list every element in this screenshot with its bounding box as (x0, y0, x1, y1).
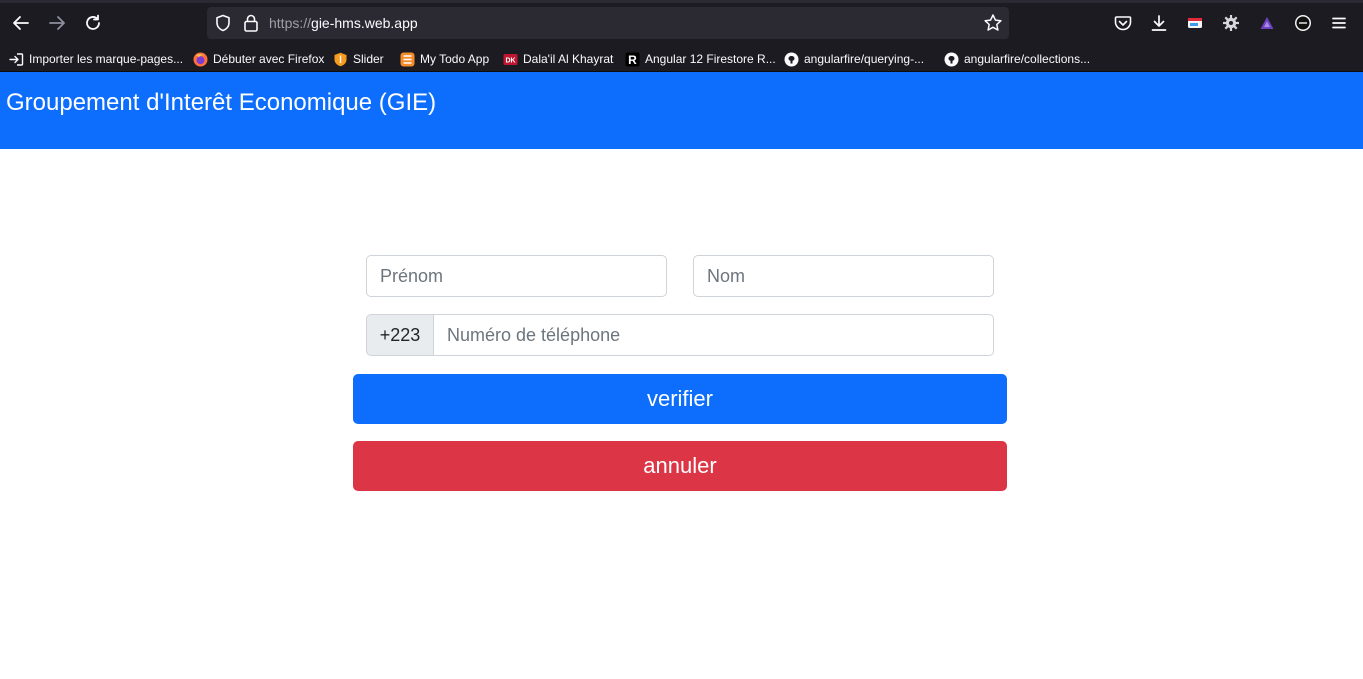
star-icon[interactable] (983, 13, 1003, 38)
bookmarks-bar: Importer les marque-pages... Débuter ave… (0, 45, 1363, 72)
extension-triangle-icon[interactable] (1256, 12, 1278, 34)
dk-icon: DK (503, 52, 518, 67)
prenom-field[interactable] (366, 255, 667, 297)
bookmark-angular-firestore[interactable]: R Angular 12 Firestore R... (625, 49, 776, 69)
arrow-left-icon (13, 16, 29, 30)
lock-icon[interactable] (243, 13, 259, 38)
forward-button[interactable] (46, 12, 68, 34)
reload-button[interactable] (82, 12, 104, 34)
url-host: gie-hms.web.app (311, 15, 418, 31)
bookmark-slider[interactable]: Slider (333, 49, 384, 69)
bookmark-label: My Todo App (420, 52, 490, 66)
nom-field[interactable] (693, 255, 994, 297)
phone-field[interactable] (433, 314, 994, 356)
bookmark-label: Slider (353, 52, 384, 66)
bookmark-todo[interactable]: My Todo App (400, 49, 489, 69)
bookmark-angularfire-querying[interactable]: angularfire/querying-... (784, 49, 924, 69)
shield-icon[interactable] (215, 14, 231, 37)
url-bar[interactable]: https://gie-hms.web.app (207, 7, 1009, 39)
bookmark-angularfire-collections[interactable]: angularfire/collections... (944, 49, 1090, 69)
bookmark-import[interactable]: Importer les marque-pages... (9, 49, 183, 69)
url-scheme: https:// (269, 15, 312, 31)
cancel-button[interactable]: annuler (353, 441, 1007, 491)
import-icon (9, 52, 24, 67)
todo-icon (400, 52, 415, 67)
svg-text:R: R (628, 53, 637, 67)
verify-button[interactable]: verifier (353, 374, 1007, 424)
page-title: Groupement d'Interêt Economique (GIE) (6, 89, 437, 116)
back-button[interactable] (10, 12, 32, 34)
download-icon[interactable] (1148, 12, 1170, 34)
github-icon (944, 52, 959, 67)
github-icon (784, 52, 799, 67)
app-header: Groupement d'Interêt Economique (GIE) (0, 72, 1363, 149)
bookmark-label: Dala'il Al Khayrat (523, 52, 614, 66)
r-icon: R (625, 52, 640, 67)
browser-toolbar: https://gie-hms.web.app (0, 0, 1363, 45)
bookmark-label: Débuter avec Firefox (213, 52, 325, 66)
phone-prefix: +223 (366, 314, 434, 356)
svg-text:DK: DK (505, 57, 515, 64)
bookmark-dalail[interactable]: DK Dala'il Al Khayrat (503, 49, 613, 69)
bookmark-label: Importer les marque-pages... (29, 52, 184, 66)
reload-icon (86, 14, 100, 30)
bookmark-label: angularfire/querying-... (804, 52, 925, 66)
shield-orange-icon (333, 52, 348, 67)
extension-screenshot-icon[interactable] (1184, 12, 1206, 34)
bookmark-label: angularfire/collections... (964, 52, 1091, 66)
extension-dark-circle-icon[interactable] (1292, 12, 1314, 34)
bookmark-label: Angular 12 Firestore R... (645, 52, 776, 66)
pocket-icon[interactable] (1112, 12, 1134, 34)
hamburger-icon[interactable] (1328, 12, 1350, 34)
arrow-right-icon (49, 16, 65, 30)
bookmark-firefox[interactable]: Débuter avec Firefox (193, 49, 324, 69)
firefox-icon (193, 52, 208, 67)
url-text[interactable]: https://gie-hms.web.app (269, 15, 418, 31)
extension-gear-icon[interactable] (1220, 12, 1242, 34)
tab-strip-edge (0, 0, 1363, 3)
